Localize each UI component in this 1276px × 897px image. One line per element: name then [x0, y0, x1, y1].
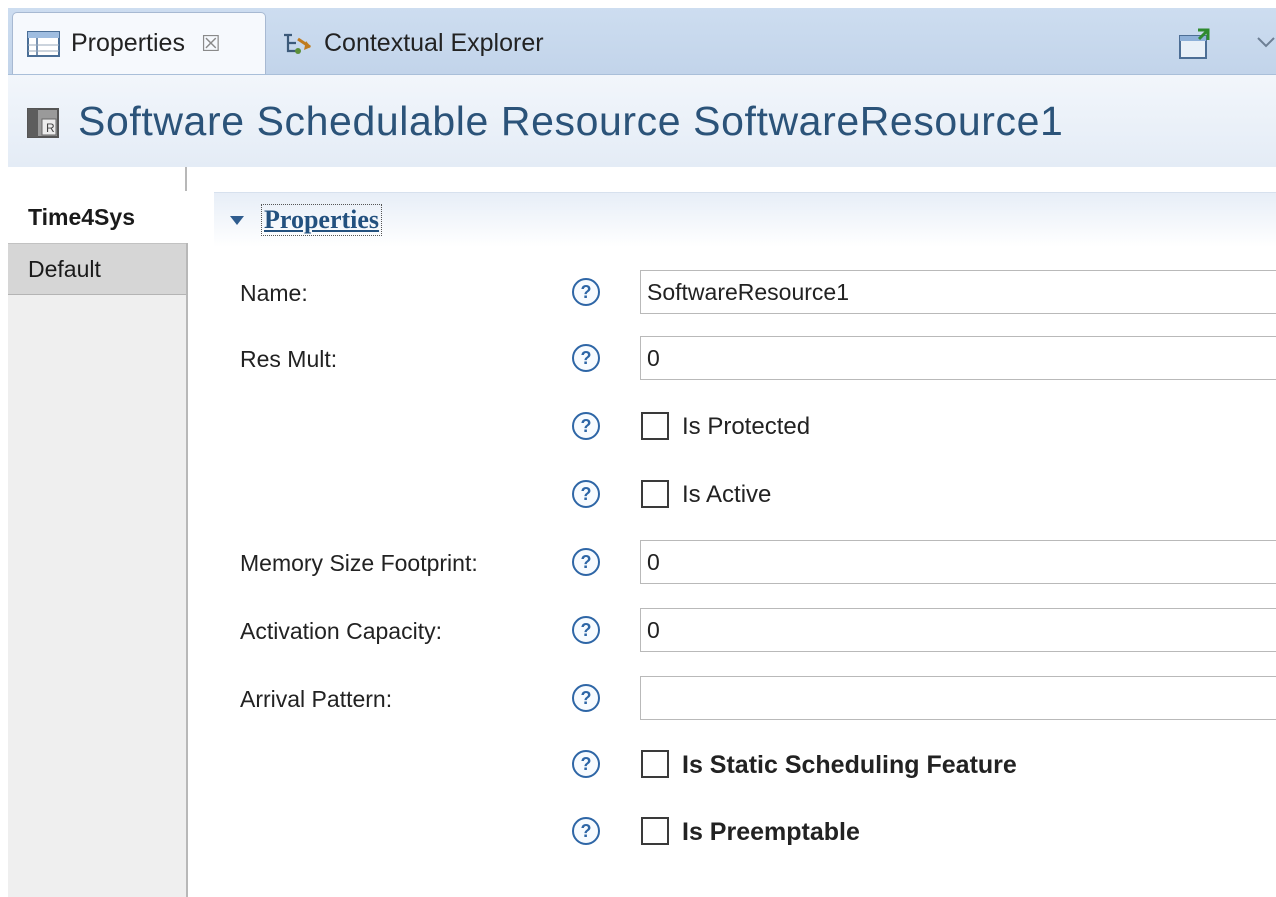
- arrival-pattern-label: Arrival Pattern:: [240, 686, 393, 712]
- tab-time4sys[interactable]: Time4Sys: [8, 191, 188, 243]
- name-field[interactable]: [640, 270, 1276, 314]
- tab-label: Properties: [71, 29, 185, 57]
- page-title: Software Schedulable Resource SoftwareRe…: [78, 97, 1064, 144]
- memory-size-footprint-row: Memory Size Footprint: ?: [0, 540, 1276, 586]
- memory-size-footprint-label: Memory Size Footprint:: [240, 550, 478, 576]
- help-icon[interactable]: ?: [572, 480, 600, 508]
- help-icon[interactable]: ?: [572, 344, 600, 372]
- activation-capacity-row: Activation Capacity: ?: [0, 608, 1276, 654]
- new-window-icon[interactable]: [1174, 26, 1214, 62]
- view-menu-icon[interactable]: [1254, 26, 1276, 62]
- name-label: Name:: [240, 280, 308, 306]
- section-title[interactable]: Properties: [260, 204, 383, 236]
- tab-contextual-explorer[interactable]: Contextual Explorer: [280, 12, 544, 74]
- tab-label: Contextual Explorer: [324, 28, 544, 57]
- help-icon[interactable]: ?: [572, 548, 600, 576]
- svg-text:R: R: [46, 121, 55, 135]
- arrival-pattern-field[interactable]: [640, 676, 1276, 720]
- tab-properties[interactable]: Properties ☒: [12, 12, 266, 74]
- is-protected-checkbox[interactable]: [641, 412, 669, 440]
- help-icon[interactable]: ?: [572, 684, 600, 712]
- close-icon[interactable]: ☒: [201, 31, 221, 57]
- res-mult-field[interactable]: [640, 336, 1276, 380]
- is-protected-label[interactable]: Is Protected: [682, 404, 810, 450]
- properties-header: R Software Schedulable Resource Software…: [8, 75, 1276, 167]
- contextual-explorer-icon: [280, 29, 314, 57]
- is-preemptable-label[interactable]: Is Preemptable: [682, 809, 860, 855]
- is-active-checkbox[interactable]: [641, 480, 669, 508]
- is-active-row: ? Is Active: [0, 472, 1276, 518]
- res-mult-row: Res Mult: ?: [0, 336, 1276, 382]
- is-preemptable-checkbox[interactable]: [641, 817, 669, 845]
- is-active-label[interactable]: Is Active: [682, 472, 771, 518]
- res-mult-label: Res Mult:: [240, 346, 338, 372]
- help-icon[interactable]: ?: [572, 278, 600, 306]
- properties-view-icon: [27, 30, 61, 58]
- is-protected-row: ? Is Protected: [0, 404, 1276, 450]
- name-row: Name: ?: [0, 270, 1276, 316]
- help-icon[interactable]: ?: [572, 412, 600, 440]
- is-static-scheduling-feature-row: ? Is Static Scheduling Feature: [0, 742, 1276, 788]
- properties-section-header[interactable]: Properties: [214, 192, 1276, 247]
- help-icon[interactable]: ?: [572, 750, 600, 778]
- is-static-scheduling-feature-checkbox[interactable]: [641, 750, 669, 778]
- expand-triangle-icon[interactable]: [230, 215, 244, 225]
- memory-size-footprint-field[interactable]: [640, 540, 1276, 584]
- arrival-pattern-row: Arrival Pattern: ?: [0, 676, 1276, 722]
- resource-icon: R: [24, 101, 64, 141]
- view-tab-bar: Properties ☒ Contextual Explorer: [8, 8, 1276, 75]
- is-static-scheduling-feature-label[interactable]: Is Static Scheduling Feature: [682, 742, 1017, 788]
- activation-capacity-field[interactable]: [640, 608, 1276, 652]
- activation-capacity-label: Activation Capacity:: [240, 618, 442, 644]
- help-icon[interactable]: ?: [572, 817, 600, 845]
- help-icon[interactable]: ?: [572, 616, 600, 644]
- is-preemptable-row: ? Is Preemptable: [0, 809, 1276, 855]
- tab-strip-divider: [185, 167, 187, 191]
